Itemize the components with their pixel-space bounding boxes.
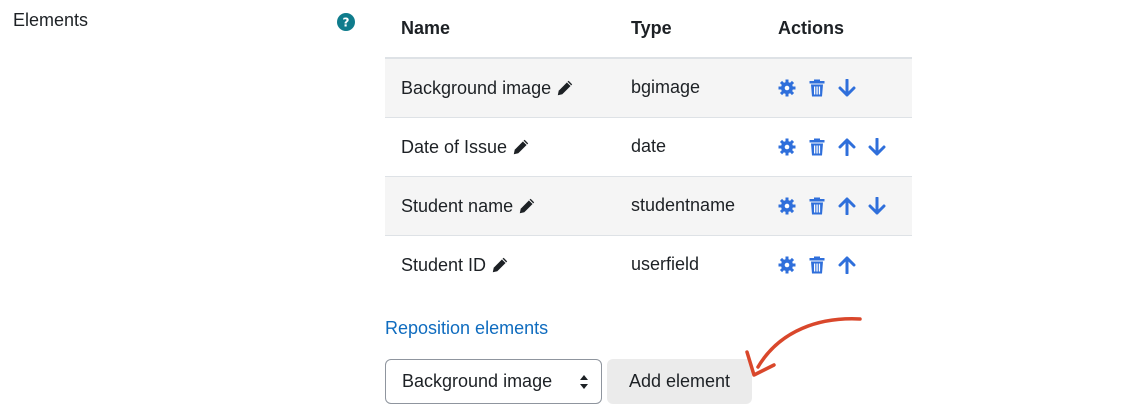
element-actions (762, 116, 912, 176)
pencil-icon[interactable] (512, 138, 530, 156)
arrow-up-icon[interactable] (838, 256, 856, 274)
trash-icon[interactable] (808, 256, 826, 274)
elements-table: Name Type Actions Background image bgima… (385, 0, 912, 294)
element-type: date (615, 116, 762, 176)
pencil-icon[interactable] (491, 256, 509, 274)
element-type: userfield (615, 234, 762, 294)
trash-icon[interactable] (808, 79, 826, 97)
element-name-cell: Date of Issue (385, 116, 615, 176)
arrow-down-icon[interactable] (868, 137, 886, 156)
annotation-arrow-icon (745, 317, 862, 377)
table-row: Date of Issue date (385, 116, 912, 176)
element-type-select[interactable]: Background image (385, 359, 602, 404)
gear-icon[interactable] (778, 79, 796, 97)
arrow-up-icon[interactable] (838, 138, 856, 156)
gear-icon[interactable] (778, 256, 796, 274)
add-element-button[interactable]: Add element (607, 359, 752, 404)
question-circle-icon[interactable]: ? (337, 13, 355, 31)
element-type-select-value: Background image (402, 371, 553, 391)
table-header-row: Name Type Actions (385, 0, 912, 59)
element-actions (762, 234, 912, 294)
reposition-elements-link[interactable]: Reposition elements (385, 318, 548, 339)
column-header-type: Type (615, 0, 762, 59)
column-header-name: Name (385, 0, 615, 59)
pencil-icon[interactable] (556, 79, 574, 97)
element-actions (762, 175, 912, 235)
element-name: Date of Issue (401, 136, 508, 157)
elements-label: Elements (13, 10, 89, 30)
element-name-cell: Background image (385, 57, 615, 117)
arrow-down-icon[interactable] (838, 78, 856, 97)
gear-icon[interactable] (778, 138, 796, 156)
element-name: Student ID (401, 254, 487, 275)
gear-icon[interactable] (778, 197, 796, 215)
element-name-cell: Student ID (385, 234, 615, 294)
svg-text:?: ? (343, 16, 350, 30)
table-row: Student name studentname (385, 175, 912, 235)
pencil-icon[interactable] (518, 197, 536, 215)
element-name: Background image (401, 77, 552, 98)
element-name: Student name (401, 195, 514, 216)
element-type: studentname (615, 175, 762, 235)
column-header-actions: Actions (762, 0, 912, 59)
element-type: bgimage (615, 57, 762, 117)
table-row: Background image bgimage (385, 57, 912, 117)
table-row: Student ID userfield (385, 234, 912, 294)
element-actions (762, 57, 912, 117)
arrow-up-icon[interactable] (838, 197, 856, 215)
trash-icon[interactable] (808, 138, 826, 156)
arrow-down-icon[interactable] (868, 196, 886, 215)
trash-icon[interactable] (808, 197, 826, 215)
select-caret-icon (580, 375, 588, 389)
element-name-cell: Student name (385, 175, 615, 235)
